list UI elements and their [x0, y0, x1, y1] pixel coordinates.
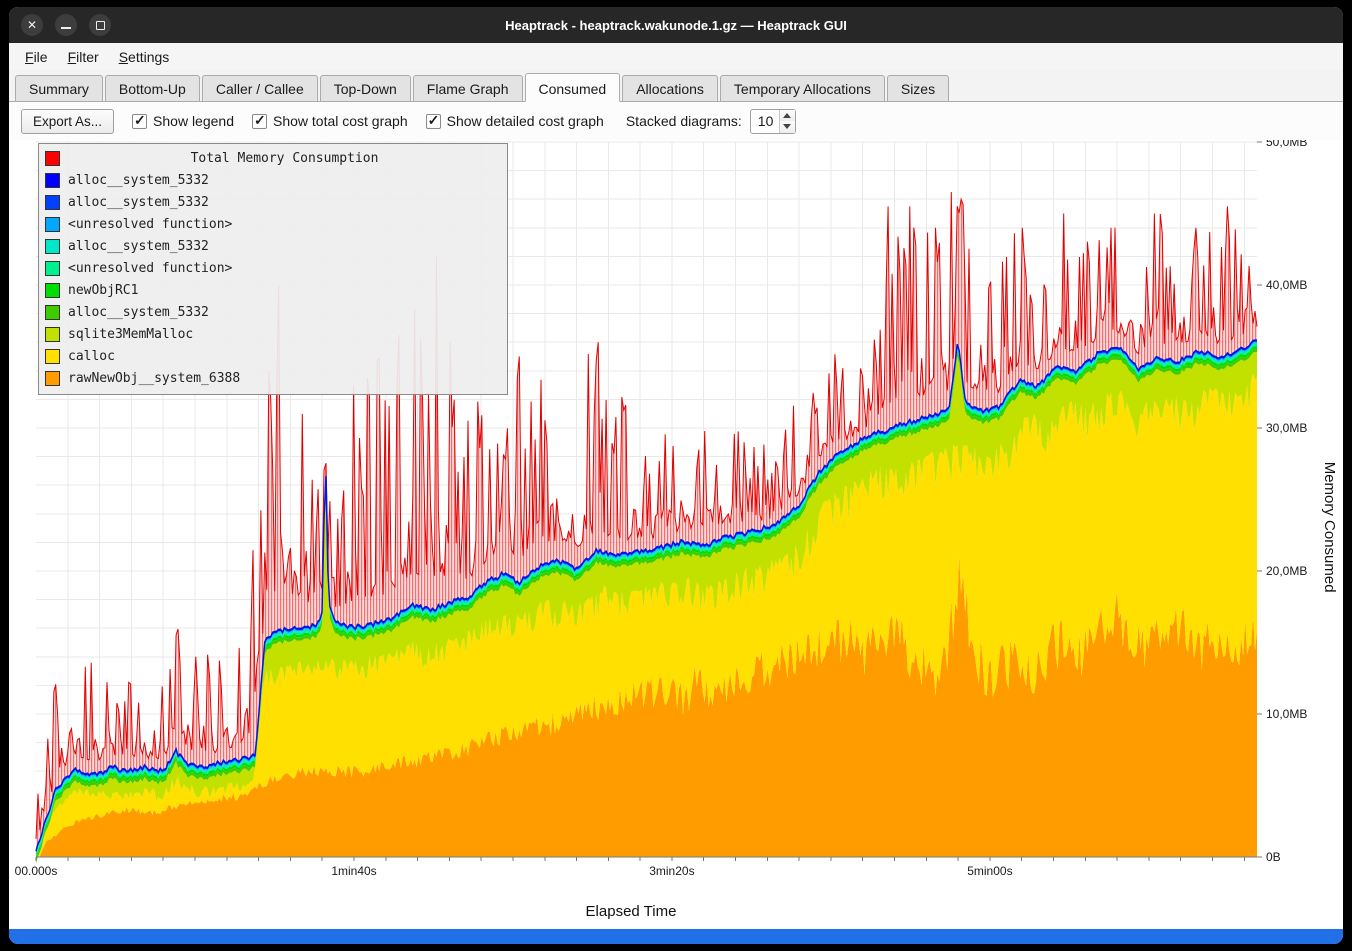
show-detailed-cost-checkbox[interactable] [426, 114, 441, 129]
titlebar[interactable]: Heaptrack - heaptrack.wakunode.1.gz — He… [9, 7, 1343, 43]
show-total-cost-checkbox[interactable] [252, 114, 267, 129]
legend-title-row: Total Memory Consumption [45, 147, 501, 169]
tab-top-down[interactable]: Top-Down [320, 75, 411, 102]
window-title: Heaptrack - heaptrack.wakunode.1.gz — He… [505, 18, 847, 33]
show-legend-option: Show legend [132, 113, 234, 129]
tab-bar: Summary Bottom-Up Caller / Callee Top-Do… [9, 70, 1343, 102]
legend-item: alloc__system_5332 [45, 191, 501, 213]
legend-swatch [45, 283, 60, 298]
legend-swatch [45, 173, 60, 188]
spin-down-button[interactable] [780, 121, 795, 133]
svg-text:40,0MB: 40,0MB [1266, 278, 1307, 292]
chart-legend: Total Memory Consumption alloc__system_5… [38, 143, 508, 395]
tab-flame-graph[interactable]: Flame Graph [413, 75, 523, 102]
minimize-icon [61, 27, 71, 29]
tab-temporary-allocations[interactable]: Temporary Allocations [720, 75, 885, 102]
svg-text:5min00s: 5min00s [967, 864, 1012, 878]
tab-sizes[interactable]: Sizes [887, 75, 949, 102]
menu-file[interactable]: File [15, 46, 58, 68]
chart-area[interactable]: 0B 10,0MB 20,0MB 30,0MB 40,0MB 50,0MB 00.000s 1… [9, 140, 1343, 929]
legend-swatch [45, 217, 60, 232]
legend-swatch [45, 239, 60, 254]
menubar: File Filter Settings [9, 43, 1343, 70]
svg-text:20,0MB: 20,0MB [1266, 564, 1307, 578]
legend-item: <unresolved function> [45, 213, 501, 235]
legend-item: sqlite3MemMalloc [45, 323, 501, 345]
legend-item: alloc__system_5332 [45, 301, 501, 323]
show-legend-checkbox[interactable] [132, 114, 147, 129]
legend-swatch [45, 261, 60, 276]
stacked-diagrams-spinbox[interactable]: 10 [750, 109, 796, 134]
show-total-cost-option: Show total cost graph [252, 113, 408, 129]
show-detailed-cost-label: Show detailed cost graph [447, 113, 604, 129]
tab-summary[interactable]: Summary [15, 75, 103, 102]
svg-text:50,0MB: 50,0MB [1266, 140, 1307, 149]
chevron-down-icon [783, 124, 791, 129]
legend-swatch-total [45, 151, 60, 166]
toolbar: Export As... Show legend Show total cost… [9, 102, 1343, 140]
spinbox-arrows [779, 110, 795, 133]
legend-item: calloc [45, 345, 501, 367]
bottom-panel [9, 929, 1343, 944]
svg-text:0B: 0B [1266, 850, 1281, 864]
tab-consumed[interactable]: Consumed [525, 73, 621, 102]
heaptrack-window: Heaptrack - heaptrack.wakunode.1.gz — He… [9, 7, 1343, 944]
menu-filter[interactable]: Filter [58, 46, 109, 68]
show-legend-label: Show legend [153, 113, 234, 129]
stacked-diagrams-label: Stacked diagrams: [626, 113, 742, 129]
tab-bottom-up[interactable]: Bottom-Up [105, 75, 200, 102]
x-axis-title: Elapsed Time [9, 903, 1253, 920]
svg-text:10,0MB: 10,0MB [1266, 707, 1307, 721]
legend-swatch [45, 371, 60, 386]
y-axis-title: Memory Consumed [1321, 461, 1338, 592]
spin-up-button[interactable] [780, 110, 795, 122]
legend-item: rawNewObj__system_6388 [45, 367, 501, 389]
legend-item: newObjRC1 [45, 279, 501, 301]
legend-item: <unresolved function> [45, 257, 501, 279]
maximize-icon [96, 21, 105, 30]
tab-caller-callee[interactable]: Caller / Callee [202, 75, 318, 102]
legend-title: Total Memory Consumption [68, 151, 501, 166]
window-controls [21, 7, 111, 43]
legend-swatch [45, 305, 60, 320]
chevron-up-icon [783, 113, 791, 118]
stacked-diagrams-value[interactable]: 10 [751, 110, 779, 133]
legend-item: alloc__system_5332 [45, 235, 501, 257]
maximize-button[interactable] [89, 14, 111, 36]
svg-text:30,0MB: 30,0MB [1266, 421, 1307, 435]
legend-swatch [45, 195, 60, 210]
close-button[interactable] [21, 14, 43, 36]
close-icon [27, 16, 37, 34]
legend-swatch [45, 327, 60, 342]
svg-text:3min20s: 3min20s [649, 864, 694, 878]
legend-item: alloc__system_5332 [45, 169, 501, 191]
legend-swatch [45, 349, 60, 364]
menu-settings[interactable]: Settings [109, 46, 180, 68]
show-total-cost-label: Show total cost graph [273, 113, 408, 129]
tab-allocations[interactable]: Allocations [622, 75, 718, 102]
svg-text:00.000s: 00.000s [15, 864, 58, 878]
show-detailed-cost-option: Show detailed cost graph [426, 113, 604, 129]
svg-text:1min40s: 1min40s [331, 864, 376, 878]
minimize-button[interactable] [55, 14, 77, 36]
export-as-button[interactable]: Export As... [21, 109, 114, 134]
